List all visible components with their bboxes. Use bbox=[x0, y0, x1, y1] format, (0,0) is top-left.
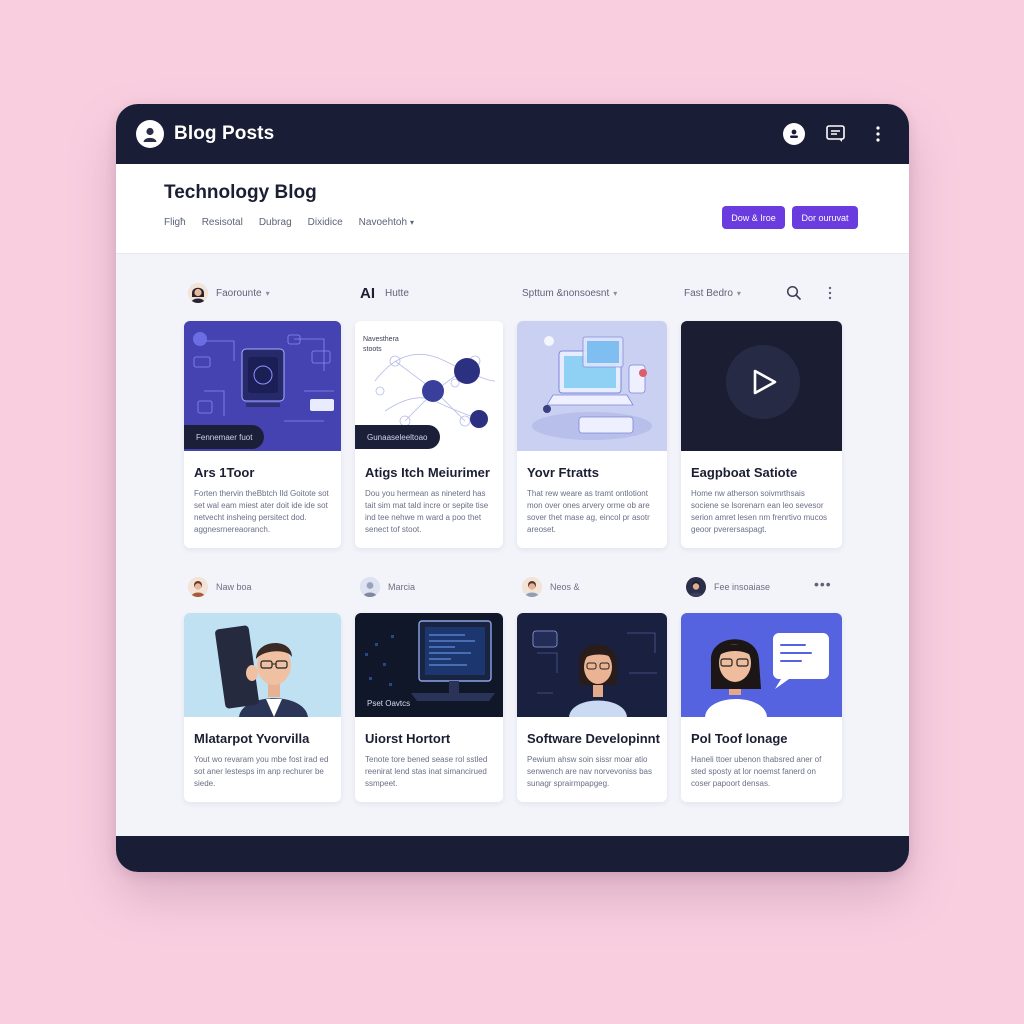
card-image-caption-line2: stoots bbox=[363, 346, 382, 353]
nav-item-5-label: Navoehtoh bbox=[358, 217, 408, 228]
chevron-down-icon: ▾ bbox=[265, 288, 270, 298]
author-name: Fee insoaiase bbox=[714, 582, 771, 592]
card-excerpt: Home nw atherson soivmrthsais sociene se… bbox=[691, 489, 828, 534]
card-title[interactable]: Mlatarpot Yvorvilla bbox=[184, 717, 341, 746]
card-excerpt: Dou you hermean as nineterd has tait sim… bbox=[365, 489, 489, 534]
author-filter[interactable]: Faorounte ▾ bbox=[188, 282, 270, 304]
author-avatar bbox=[686, 577, 706, 597]
post-card-8[interactable]: Pol Toof lonage Haneli ttoer ubenon thab… bbox=[681, 613, 842, 802]
card-excerpt: Forten thervin theBbtch Ild Goitote sot … bbox=[194, 489, 329, 534]
post-card-2[interactable]: Navesthera stoots Gunaaseleeltoao Atigs … bbox=[355, 321, 503, 548]
ai-filter[interactable]: AI Hutte bbox=[360, 282, 409, 304]
type-dropdown[interactable]: Fast Bedro ▾ bbox=[684, 282, 741, 304]
footer-bar bbox=[116, 836, 909, 872]
search-icon[interactable] bbox=[786, 282, 802, 304]
author-avatar bbox=[522, 577, 542, 597]
chevron-down-icon: ▾ bbox=[410, 218, 415, 227]
post-card-4[interactable]: Eagpboat Satiote Home nw atherson soivmr… bbox=[681, 321, 842, 548]
card-image-tag: Fennemaer fuot bbox=[184, 425, 265, 449]
card-image-video bbox=[681, 321, 842, 451]
card-excerpt: Yout wo revaram you mbe fost irad ed sot… bbox=[194, 755, 329, 788]
card-image-developer bbox=[517, 613, 667, 717]
app-title: Blog Posts bbox=[174, 123, 275, 144]
post-card-5[interactable]: Mlatarpot Yvorvilla Yout wo revaram you … bbox=[184, 613, 341, 802]
card-image-monitor: Pset Oavtcs bbox=[355, 613, 503, 717]
author-filter-label: Faorounte bbox=[216, 287, 262, 299]
card-title[interactable]: Eagpboat Satiote bbox=[681, 451, 842, 480]
ai-sub-label: Hutte bbox=[385, 287, 409, 299]
card-image-caption: Navesthera bbox=[363, 336, 399, 343]
chevron-down-icon: ▾ bbox=[736, 288, 741, 298]
chevron-down-icon: ▾ bbox=[613, 288, 618, 298]
app-logo-icon bbox=[136, 120, 164, 148]
nav-item-4[interactable]: Dixidice bbox=[308, 217, 343, 228]
chat-bubble-icon bbox=[773, 633, 829, 679]
filter-bar: Faorounte ▾ AI Hutte Spttum &nonsoesnt ▾ F… bbox=[184, 282, 844, 304]
author-row-item-3[interactable]: Neos & bbox=[522, 576, 580, 598]
author-row-item-1[interactable]: Naw boa bbox=[188, 576, 252, 598]
top-bar: Blog Posts bbox=[116, 104, 909, 164]
primary-action-button-1[interactable]: Dow & Iroe bbox=[722, 206, 785, 229]
author-name: Marcia bbox=[388, 582, 416, 592]
sort-label: Spttum &nonsoesnt bbox=[522, 287, 610, 299]
header-nav: Fligħ Resisotal Dubrag Dixidice Navoehto… bbox=[164, 217, 414, 228]
post-card-6[interactable]: Pset Oavtcs Uiorst Hortort Tenote tore b… bbox=[355, 613, 503, 802]
nav-item-5-dropdown[interactable]: Navoehtoh ▾ bbox=[359, 217, 414, 228]
author-avatar bbox=[188, 283, 208, 303]
type-label: Fast Bedro bbox=[684, 287, 733, 299]
page-title: Technology Blog bbox=[164, 182, 317, 203]
page-header: Technology Blog Fligħ Resisotal Dubrag D… bbox=[116, 164, 909, 254]
card-title[interactable]: Pol Toof lonage bbox=[681, 717, 842, 746]
card-title[interactable]: Ars 1Toor bbox=[184, 451, 341, 480]
more-vertical-icon[interactable] bbox=[867, 123, 889, 145]
card-image-circuit: Fennemaer fuot bbox=[184, 321, 341, 451]
more-vertical-icon[interactable] bbox=[828, 282, 832, 304]
card-image-woman-chat bbox=[681, 613, 842, 717]
card-title[interactable]: Yovr Ftratts bbox=[517, 451, 667, 480]
card-excerpt: Pewium ahsw soin sissr moar atio senwenc… bbox=[527, 755, 652, 788]
post-card-1[interactable]: Fennemaer fuot Ars 1Toor Forten thervin … bbox=[184, 321, 341, 548]
card-excerpt: That rew weare as tramt ontlotiont mon o… bbox=[527, 489, 650, 534]
author-name: Naw boa bbox=[216, 582, 252, 592]
author-avatar bbox=[188, 577, 208, 597]
nav-item-1[interactable]: Fligħ bbox=[164, 217, 186, 228]
author-row-item-4[interactable]: Fee insoaiase bbox=[686, 576, 770, 598]
user-avatar-icon[interactable] bbox=[783, 123, 805, 145]
more-horizontal-icon[interactable]: ••• bbox=[814, 576, 832, 592]
app-window: Blog Posts Technology Blog Fligħ Resisot… bbox=[116, 104, 909, 872]
author-row-item-2[interactable]: Marcia bbox=[360, 576, 415, 598]
post-card-7[interactable]: Software Developinnt Pewium ahsw soin si… bbox=[517, 613, 667, 802]
post-card-3[interactable]: Yovr Ftratts That rew weare as tramt ont… bbox=[517, 321, 667, 548]
sort-dropdown[interactable]: Spttum &nonsoesnt ▾ bbox=[522, 282, 617, 304]
card-image-devices bbox=[517, 321, 667, 451]
author-avatar bbox=[360, 577, 380, 597]
card-excerpt: Haneli ttoer ubenon thabsred aner of ste… bbox=[691, 755, 822, 788]
card-image-tag: Gunaaseleeltoao bbox=[355, 425, 440, 449]
author-name: Neos & bbox=[550, 582, 580, 592]
card-title[interactable]: Uiorst Hortort bbox=[355, 717, 503, 746]
messages-icon[interactable] bbox=[825, 123, 847, 145]
primary-action-button-2[interactable]: Dor ouruvat bbox=[792, 206, 858, 229]
card-title[interactable]: Atigs Itch Meiurimer bbox=[355, 451, 503, 480]
card-image-man-tablet bbox=[184, 613, 341, 717]
ai-label: AI bbox=[360, 284, 375, 302]
card-title[interactable]: Software Developinnt bbox=[517, 717, 667, 746]
card-image-network: Navesthera stoots Gunaaseleeltoao bbox=[355, 321, 503, 451]
nav-item-2[interactable]: Resisotal bbox=[202, 217, 243, 228]
card-image-tag: Pset Oavtcs bbox=[367, 698, 411, 708]
card-excerpt: Tenote tore bened sease rol sstled reeni… bbox=[365, 755, 488, 788]
nav-item-3[interactable]: Dubrag bbox=[259, 217, 292, 228]
